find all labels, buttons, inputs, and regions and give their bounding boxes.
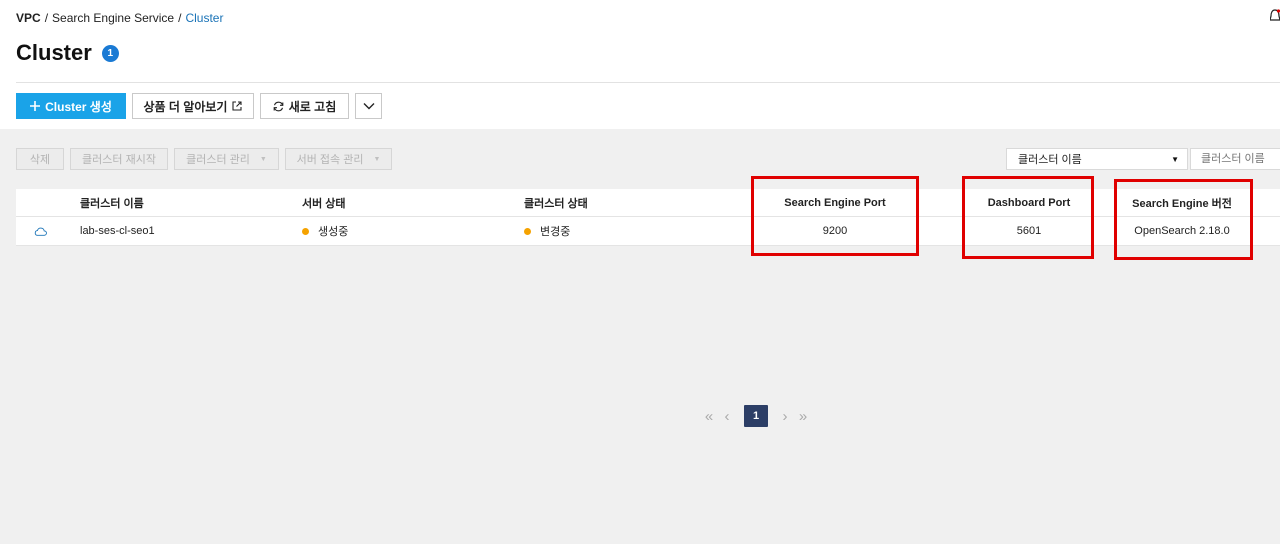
action-bar: 삭제 클러스터 재시작 클러스터 관리 ▼ 서버 접속 관리 ▼: [16, 148, 392, 170]
breadcrumb-vpc[interactable]: VPC: [16, 11, 41, 25]
filter-select-value: 클러스터 이름: [1018, 154, 1082, 166]
search-input[interactable]: [1190, 148, 1280, 170]
status-dot: [302, 227, 309, 235]
cluster-name[interactable]: lab-ses-cl-seo1: [80, 217, 155, 245]
cluster-status-text: 변경중: [540, 226, 571, 238]
breadcrumb-search-engine-service[interactable]: Search Engine Service: [52, 11, 174, 25]
header-cluster-name[interactable]: 클러스터 이름: [80, 189, 144, 216]
header-area: VPC / Search Engine Service / Cluster Cl…: [0, 0, 1280, 129]
page-title: Cluster: [16, 40, 92, 65]
manage-label: 클러스터 관리: [186, 154, 250, 166]
pagination: « ‹ 1 › »: [700, 404, 812, 428]
create-cluster-label: Cluster 생성: [45, 99, 112, 114]
breadcrumb-separator: /: [44, 11, 49, 25]
header-cluster-status[interactable]: 클러스터 상태: [524, 189, 588, 216]
server-status: 생성중: [302, 217, 348, 245]
status-dot: [524, 227, 531, 235]
cluster-count-badge: 1: [101, 44, 119, 62]
delete-button[interactable]: 삭제: [16, 148, 64, 170]
previous-page-icon[interactable]: ‹: [718, 404, 736, 428]
restart-cluster-button[interactable]: 클러스터 재시작: [70, 148, 168, 170]
breadcrumb-cluster[interactable]: Cluster: [185, 11, 223, 25]
learn-more-label: 상품 더 알아보기: [143, 99, 228, 114]
access-label: 서버 접속 관리: [296, 154, 364, 166]
manage-cluster-button[interactable]: 클러스터 관리 ▼: [174, 148, 279, 170]
plus-icon: [30, 101, 41, 111]
breadcrumb-separator: /: [178, 11, 182, 25]
toolbar: Cluster 생성 상품 더 알아보기 새로 고침: [16, 93, 382, 119]
highlight-box-search-engine-port: [751, 176, 919, 256]
server-access-button[interactable]: 서버 접속 관리 ▼: [285, 148, 392, 170]
refresh-label: 새로 고침: [288, 99, 337, 114]
cluster-status: 변경중: [524, 217, 570, 245]
more-options-dropdown[interactable]: [355, 93, 382, 119]
header-divider: [16, 82, 1280, 83]
caret-down-icon: ▼: [373, 155, 381, 163]
first-page-icon[interactable]: «: [700, 404, 718, 428]
restart-label: 클러스터 재시작: [82, 154, 156, 166]
create-cluster-button[interactable]: Cluster 생성: [16, 93, 126, 119]
page-number-current[interactable]: 1: [744, 405, 768, 427]
caret-down-icon: ▼: [259, 155, 267, 163]
highlight-box-dashboard-port: [962, 176, 1094, 259]
bell-icon[interactable]: [1270, 9, 1280, 23]
highlight-box-search-engine-version: [1114, 179, 1253, 260]
cloud-icon: [32, 217, 48, 245]
breadcrumb: VPC / Search Engine Service / Cluster: [16, 11, 223, 25]
refresh-button[interactable]: 새로 고침: [260, 93, 349, 119]
refresh-icon: [273, 101, 284, 111]
chevron-down-icon: [363, 103, 374, 110]
last-page-icon[interactable]: »: [794, 404, 812, 428]
next-page-icon[interactable]: ›: [776, 404, 794, 428]
external-link-icon: [232, 101, 243, 111]
header-server-status[interactable]: 서버 상태: [302, 189, 346, 216]
server-status-text: 생성중: [318, 226, 349, 238]
filter-field-select[interactable]: 클러스터 이름 ▼: [1006, 148, 1188, 170]
learn-more-button[interactable]: 상품 더 알아보기: [132, 93, 254, 119]
caret-down-icon: ▼: [1171, 154, 1179, 164]
delete-label: 삭제: [29, 154, 51, 166]
